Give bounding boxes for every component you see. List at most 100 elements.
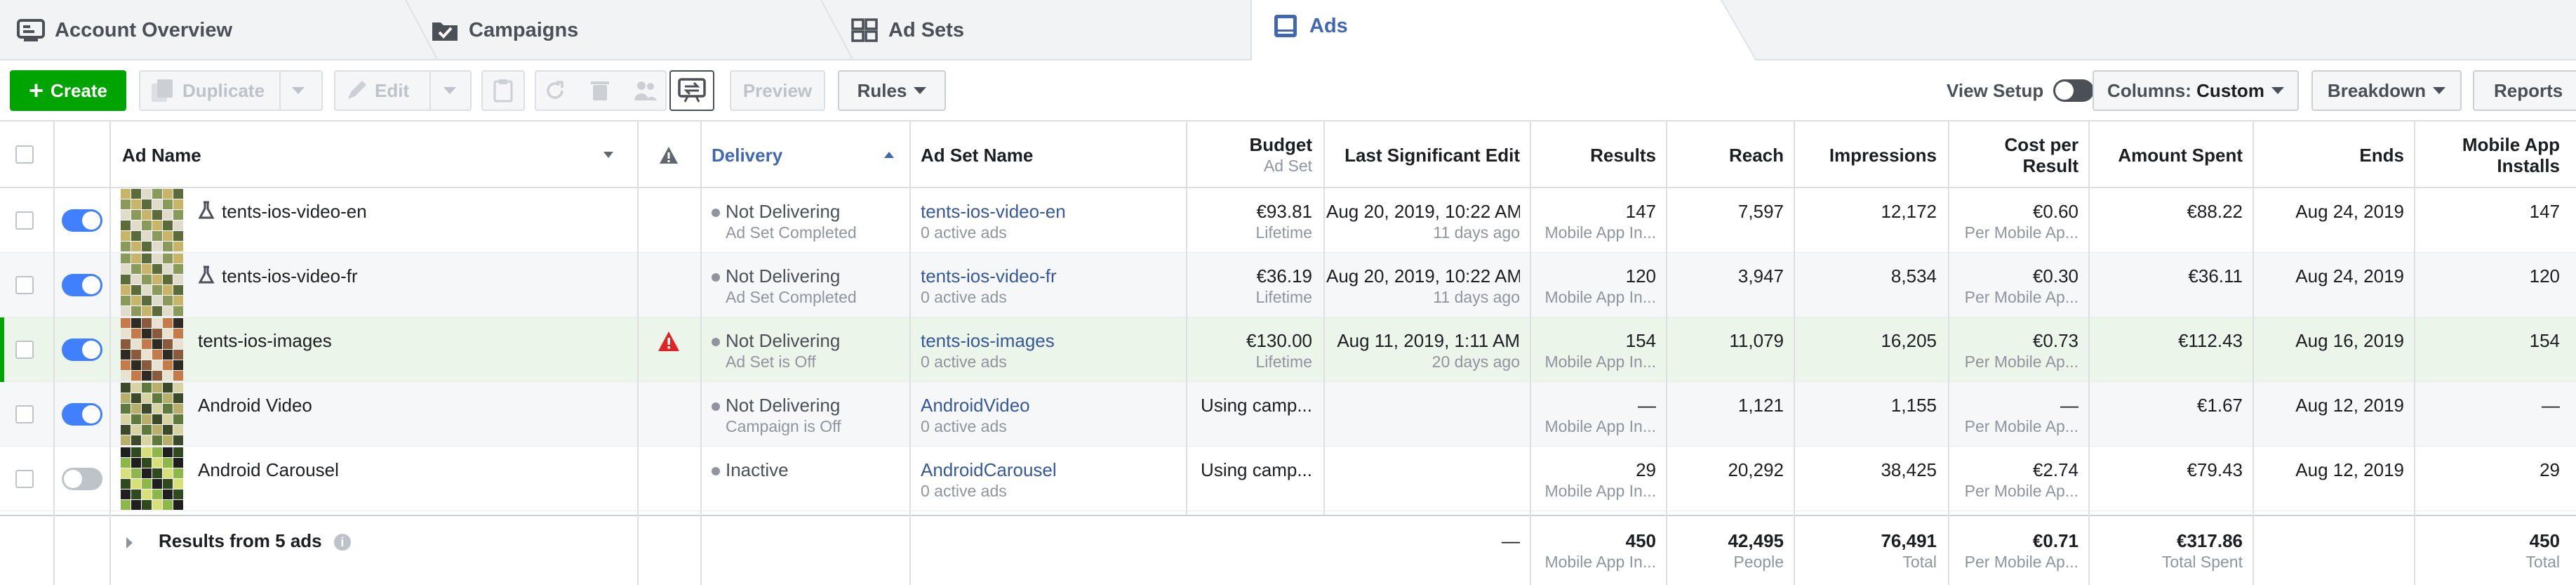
table-row[interactable]: Android Video Not Delivering Campaign is O… bbox=[0, 382, 2576, 447]
sort-caret-icon bbox=[603, 152, 613, 158]
column-divider bbox=[1323, 121, 1325, 515]
table-footer-summary: Results from 5 ads i — 450 Mobile App In.… bbox=[0, 515, 2576, 585]
summary-installs: 450 Total bbox=[2525, 530, 2560, 571]
clipboard-button[interactable] bbox=[481, 70, 525, 111]
table-row[interactable]: Android Carousel Inactive AndroidCarousel 0… bbox=[0, 447, 2576, 511]
results-value: 154 Mobile App In... bbox=[1544, 330, 1656, 371]
column-header-ends[interactable]: Ends bbox=[2255, 121, 2404, 188]
clipboard-icon bbox=[493, 79, 513, 103]
column-header-ad-set-name[interactable]: Ad Set Name bbox=[921, 121, 1173, 188]
ends-value: Aug 16, 2019 bbox=[2295, 330, 2404, 351]
row-checkbox[interactable] bbox=[15, 211, 34, 230]
table-row[interactable]: tents-ios-video-en Not Delivering Ad Set C… bbox=[0, 188, 2576, 253]
tab-account-overview[interactable]: Account Overview bbox=[17, 0, 232, 60]
tab-ad-sets[interactable]: Ad Sets bbox=[850, 0, 964, 60]
duplicate-button[interactable]: Duplicate bbox=[139, 70, 323, 111]
chevron-down-icon bbox=[443, 87, 456, 94]
row-checkbox[interactable] bbox=[15, 405, 34, 423]
column-header-amount-spent[interactable]: Amount Spent bbox=[2091, 121, 2243, 188]
column-header-warnings[interactable] bbox=[657, 121, 681, 188]
ad-name[interactable]: Android Carousel bbox=[198, 459, 619, 480]
impressions-value: 12,172 bbox=[1881, 201, 1937, 222]
ad-thumbnail[interactable] bbox=[121, 318, 184, 381]
tab-ads[interactable]: Ads bbox=[1272, 0, 1348, 56]
ad-status-toggle[interactable] bbox=[62, 209, 102, 232]
reports-button[interactable]: Reports bbox=[2473, 70, 2576, 111]
toggle-switch[interactable] bbox=[2053, 79, 2095, 102]
column-header-delivery[interactable]: Delivery bbox=[712, 121, 901, 188]
tab-bar: Account Overview Campaigns Ad Sets Ads bbox=[0, 0, 2576, 62]
ad-name[interactable]: tents-ios-video-en bbox=[198, 201, 619, 222]
ad-set-link[interactable]: tents-ios-video-fr 0 active ads bbox=[921, 265, 1173, 308]
chevron-right-icon[interactable] bbox=[126, 537, 133, 548]
ad-thumbnail[interactable] bbox=[121, 189, 184, 252]
summary-amount-spent: €317.86 Total Spent bbox=[2161, 530, 2243, 571]
ad-name[interactable]: tents-ios-video-fr bbox=[198, 265, 619, 287]
tab-campaigns[interactable]: Campaigns bbox=[431, 0, 578, 60]
column-header-budget[interactable]: Budget Ad Set bbox=[1186, 121, 1312, 188]
column-header-results[interactable]: Results bbox=[1533, 121, 1656, 188]
column-header-reach[interactable]: Reach bbox=[1669, 121, 1784, 188]
ad-status-toggle[interactable] bbox=[62, 338, 102, 361]
installs-value: 154 bbox=[2529, 330, 2560, 351]
column-header-last-edit[interactable]: Last Significant Edit bbox=[1326, 121, 1520, 188]
status-dot-icon bbox=[712, 467, 720, 476]
preview-label: Preview bbox=[742, 79, 813, 101]
ad-thumbnail[interactable] bbox=[121, 383, 184, 446]
row-checkbox[interactable] bbox=[15, 470, 34, 488]
ad-set-link[interactable]: tents-ios-images 0 active ads bbox=[921, 330, 1173, 372]
table-row[interactable]: tents-ios-video-fr Not Delivering Ad Set C… bbox=[0, 253, 2576, 317]
column-header-mobile-app-installs[interactable]: Mobile App Installs bbox=[2417, 121, 2560, 188]
summary-reach: 42,495 People bbox=[1728, 530, 1784, 571]
column-divider bbox=[1186, 121, 1187, 515]
ad-set-link[interactable]: AndroidVideo 0 active ads bbox=[921, 395, 1173, 437]
ad-thumbnail[interactable] bbox=[121, 447, 184, 511]
column-divider bbox=[1794, 121, 1795, 585]
ends-value: Aug 24, 2019 bbox=[2295, 201, 2404, 222]
breakdown-button[interactable]: Breakdown bbox=[2311, 70, 2462, 111]
view-setup-toggle[interactable]: View Setup bbox=[1947, 70, 2095, 111]
ad-set-link[interactable]: tents-ios-video-en 0 active ads bbox=[921, 201, 1173, 243]
ad-status-toggle[interactable] bbox=[62, 468, 102, 490]
rules-button[interactable]: Rules bbox=[838, 70, 946, 111]
columns-button[interactable]: Columns: Custom bbox=[2093, 70, 2299, 111]
preview-button[interactable]: Preview bbox=[730, 70, 825, 111]
status-dot-icon bbox=[712, 273, 720, 282]
select-all-checkbox[interactable] bbox=[15, 145, 34, 164]
row-checkbox[interactable] bbox=[15, 276, 34, 294]
column-header-cost-per-result[interactable]: Cost per Result bbox=[1949, 121, 2078, 188]
reach-value: 3,947 bbox=[1737, 265, 1784, 287]
row-checkbox[interactable] bbox=[15, 341, 34, 359]
budget-value: €36.19 Lifetime bbox=[1255, 265, 1312, 306]
ad-name[interactable]: Android Video bbox=[198, 395, 619, 416]
people-icon[interactable] bbox=[634, 79, 658, 102]
ad-thumbnail[interactable] bbox=[121, 254, 184, 317]
selected-row-indicator bbox=[0, 317, 4, 382]
reach-value: 7,597 bbox=[1737, 201, 1784, 222]
summary-results: 450 Mobile App In... bbox=[1544, 530, 1656, 571]
column-header-ad-name[interactable]: Ad Name bbox=[122, 121, 627, 188]
create-button[interactable]: + Create bbox=[10, 70, 126, 111]
edit-button[interactable]: Edit bbox=[334, 70, 472, 111]
create-label: Create bbox=[51, 79, 107, 101]
delivery-status: Not Delivering Ad Set Completed bbox=[712, 265, 901, 308]
ad-set-link[interactable]: AndroidCarousel 0 active ads bbox=[921, 459, 1173, 501]
refresh-icon[interactable] bbox=[544, 79, 566, 102]
compare-icon bbox=[678, 78, 706, 103]
warning-icon[interactable] bbox=[657, 330, 681, 353]
budget-value: Using camp... bbox=[1201, 395, 1312, 416]
budget-value: €130.00 Lifetime bbox=[1246, 330, 1312, 371]
column-header-impressions[interactable]: Impressions bbox=[1796, 121, 1937, 188]
trash-icon[interactable] bbox=[589, 79, 610, 102]
ad-status-toggle[interactable] bbox=[62, 274, 102, 296]
compare-button[interactable] bbox=[669, 70, 714, 111]
installs-value: — bbox=[2542, 395, 2560, 416]
ad-status-toggle[interactable] bbox=[62, 403, 102, 426]
info-icon[interactable]: i bbox=[333, 534, 351, 551]
tab-divider bbox=[820, 0, 854, 60]
ad-name[interactable]: tents-ios-images bbox=[198, 330, 619, 351]
delivery-status: Not Delivering Ad Set Completed bbox=[712, 201, 901, 243]
installs-value: 29 bbox=[2540, 459, 2560, 480]
table-row[interactable]: tents-ios-images Not Delivering Ad Set is … bbox=[0, 317, 2576, 382]
ads-table: Ad Name Delivery Ad Set Name Budget Ad S… bbox=[0, 121, 2576, 585]
